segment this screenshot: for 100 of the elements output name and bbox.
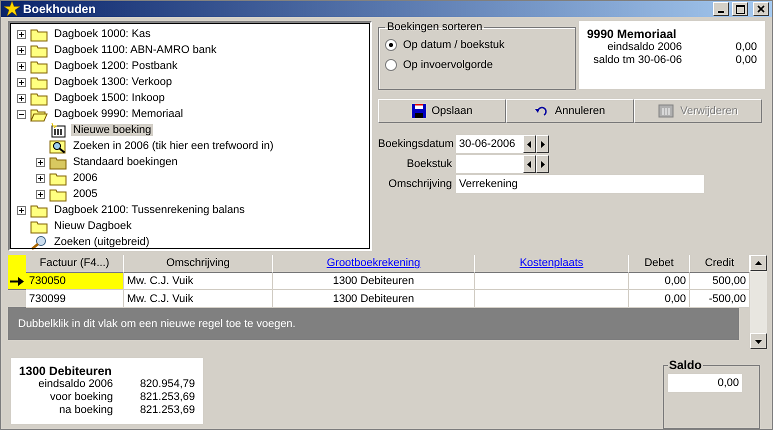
table-cell: 730099 <box>26 290 124 308</box>
star-icon <box>4 1 20 17</box>
table-cell: 0,00 <box>629 272 690 290</box>
down-arrow-icon <box>755 338 762 344</box>
grid-corner <box>8 255 26 273</box>
right-arrow-icon <box>539 160 546 168</box>
table-cell: 1300 Debiteuren <box>273 272 475 290</box>
info-label: saldo tm 30-06-06 <box>592 54 682 67</box>
column-header[interactable]: Credit <box>690 255 750 273</box>
tree-item[interactable]: Dagboek 1500: Inkoop <box>52 92 167 104</box>
table-cell: -500,00 <box>690 290 750 308</box>
folder-icon <box>49 186 67 202</box>
folder-icon <box>49 170 67 186</box>
action-button[interactable]: Annuleren <box>506 99 634 123</box>
scroll-up-button[interactable] <box>750 255 767 271</box>
expand-icon[interactable] <box>17 62 26 70</box>
info-value: 821.253,69 <box>138 391 195 404</box>
radio-button[interactable] <box>385 59 397 71</box>
info-label: voor boeking <box>49 391 113 404</box>
expand-icon[interactable] <box>17 46 26 54</box>
tree-item[interactable]: Nieuw Dagboek <box>52 220 134 232</box>
undo-arrow-icon <box>534 106 549 116</box>
expand-icon[interactable] <box>36 158 45 166</box>
column-header[interactable]: Factuur (F4...) <box>26 255 124 273</box>
tree-item[interactable]: 2005 <box>71 188 100 200</box>
left-arrow-icon <box>526 160 533 168</box>
expand-icon[interactable] <box>17 206 26 214</box>
folder-icon <box>30 202 48 218</box>
table-cell: 730050 <box>26 272 124 290</box>
info-title: 1300 Debiteuren <box>19 364 113 378</box>
input-field[interactable]: Verrekening <box>456 175 704 193</box>
ledger-icon <box>49 122 67 138</box>
input-field[interactable]: 30-06-2006 <box>456 135 523 153</box>
next-button[interactable] <box>536 155 549 173</box>
info-title: 9990 Memoriaal <box>587 27 678 41</box>
table-cell: 500,00 <box>690 272 750 290</box>
radio-label[interactable]: Op datum / boekstuk <box>403 39 504 51</box>
tree-item[interactable]: Zoeken in 2006 (tik hier een trefwoord in) <box>71 140 276 152</box>
radio-button[interactable] <box>385 39 397 51</box>
tree-item[interactable]: Zoeken (uitgebreid) <box>52 236 152 248</box>
close-button[interactable] <box>753 2 769 16</box>
arrow-icon <box>10 276 24 286</box>
left-arrow-icon <box>526 140 533 148</box>
expand-icon[interactable] <box>36 174 45 182</box>
tree-item[interactable]: Dagboek 1000: Kas <box>52 28 153 40</box>
radio-label[interactable]: Op invoervolgorde <box>403 59 493 71</box>
tree-item[interactable]: Dagboek 1100: ABN-AMRO bank <box>52 44 218 56</box>
folder-icon <box>30 74 48 90</box>
ledger-icon <box>658 104 674 118</box>
group-title: Boekingen sorteren <box>386 21 484 33</box>
tree-item[interactable]: Dagboek 9990: Memoriaal <box>52 108 186 120</box>
info-value: 0,00 <box>734 54 757 67</box>
right-arrow-icon <box>539 140 546 148</box>
folder-icon <box>49 154 67 170</box>
collapse-icon[interactable] <box>17 110 26 118</box>
folder-icon <box>30 26 48 42</box>
open-folder-icon <box>30 106 48 122</box>
table-cell: Mw. C.J. Vuik <box>124 272 273 290</box>
table-cell: Mw. C.J. Vuik <box>124 290 273 308</box>
tree-item[interactable]: Dagboek 1300: Verkoop <box>52 76 174 88</box>
tree-item[interactable]: Dagboek 2100: Tussenrekening balans <box>52 204 247 216</box>
field-label: Boekingsdatum <box>378 138 455 150</box>
table-cell: 0,00 <box>629 290 690 308</box>
tree-item[interactable]: Standaard boekingen <box>71 156 180 168</box>
info-value: 821.253,69 <box>138 404 195 417</box>
saldo-field[interactable]: 0,00 <box>668 374 742 392</box>
expand-icon[interactable] <box>17 30 26 38</box>
expand-icon[interactable] <box>36 190 45 198</box>
hint-text: Dubbelklik in dit vlak om een nieuwe regel toe te voegen. <box>17 317 297 332</box>
info-value: 0,00 <box>734 41 757 54</box>
action-button[interactable]: Opslaan <box>378 99 506 123</box>
input-field[interactable] <box>456 155 523 173</box>
tree-item[interactable]: Dagboek 1200: Postbank <box>52 60 180 72</box>
expand-icon[interactable] <box>17 94 26 102</box>
scroll-down-button[interactable] <box>750 333 767 349</box>
window-title: Boekhouden <box>23 2 97 16</box>
row-marker[interactable] <box>8 290 26 308</box>
group-title: Saldo <box>668 358 703 372</box>
previous-button[interactable] <box>523 135 536 153</box>
expand-icon[interactable] <box>17 78 26 86</box>
folder-icon <box>30 218 48 234</box>
close-icon <box>757 5 765 13</box>
field-label: Boekstuk <box>406 158 453 170</box>
info-label: na boeking <box>58 404 113 417</box>
previous-button[interactable] <box>523 155 536 173</box>
column-header[interactable]: Omschrijving <box>124 255 273 273</box>
next-button[interactable] <box>536 135 549 153</box>
maximize-button[interactable] <box>732 2 748 16</box>
tree-item[interactable]: 2006 <box>71 172 100 184</box>
column-header[interactable]: Kostenplaats <box>475 255 629 273</box>
field-label: Omschrijving <box>387 178 453 190</box>
maximize-icon <box>736 4 744 14</box>
column-header[interactable]: Grootboekrekening <box>273 255 475 273</box>
folder-icon <box>30 58 48 74</box>
minimize-button[interactable] <box>713 2 729 16</box>
info-label: eindsaldo 2006 <box>37 378 113 391</box>
tree-item[interactable]: Nieuwe boeking <box>71 124 154 136</box>
folder-icon <box>30 90 48 106</box>
scrollbar[interactable] <box>750 255 767 349</box>
column-header[interactable]: Debet <box>629 255 690 273</box>
